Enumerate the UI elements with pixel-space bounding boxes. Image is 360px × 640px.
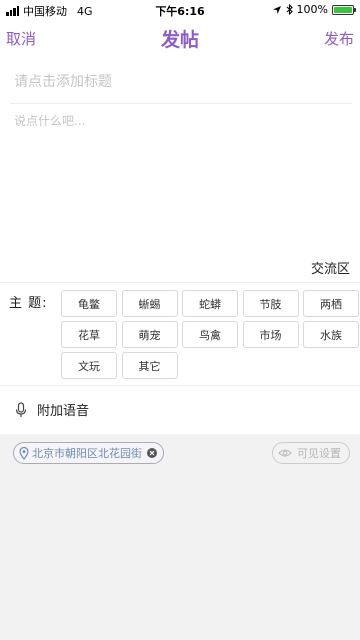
category-selector[interactable]: 交流区 xyxy=(311,258,350,277)
topic-tag[interactable]: 节肢 xyxy=(242,290,299,317)
divider xyxy=(0,385,360,386)
post-title-input[interactable] xyxy=(14,70,352,94)
battery-icon xyxy=(332,4,356,15)
microphone-icon xyxy=(15,401,27,417)
visibility-settings-button[interactable]: 可见设置 xyxy=(272,442,350,464)
add-voice-button[interactable]: 附加语音 xyxy=(14,400,89,419)
topic-tag[interactable]: 鸟禽 xyxy=(182,321,238,348)
topic-tag[interactable]: 龟鳖 xyxy=(61,290,117,317)
topic-tag[interactable]: 花草 xyxy=(61,321,117,348)
topic-tag[interactable]: 其它 xyxy=(121,352,178,379)
topic-tag[interactable]: 市场 xyxy=(242,321,299,348)
topic-tags: 龟鳖 蜥蜴 蛇蟒 节肢 两栖 花草 萌宠 鸟禽 市场 水族 文玩 其它 xyxy=(61,290,360,379)
topic-label: 主 题: xyxy=(9,296,48,311)
topic-tag[interactable]: 两栖 xyxy=(303,290,359,317)
location-chip[interactable]: 北京市朝阳区北花园街 xyxy=(13,442,164,464)
map-pin-icon xyxy=(19,446,29,460)
status-bar: 中国移动 4G 下午6:16 100% xyxy=(0,0,360,20)
bluetooth-icon xyxy=(286,4,293,15)
location-arrow-icon xyxy=(272,5,281,14)
nav-bar: 取消 发帖 发布 xyxy=(0,22,360,52)
publish-button[interactable]: 发布 xyxy=(324,28,354,49)
topic-tag[interactable]: 文玩 xyxy=(61,352,117,379)
topic-tag[interactable]: 萌宠 xyxy=(121,321,178,348)
post-body-input[interactable] xyxy=(14,112,352,242)
visibility-label: 可见设置 xyxy=(297,447,341,460)
topic-tag[interactable]: 水族 xyxy=(303,321,359,348)
topic-tag[interactable]: 蜥蜴 xyxy=(121,290,178,317)
page-title: 发帖 xyxy=(160,29,199,51)
location-text: 北京市朝阳区北花园街 xyxy=(32,447,142,460)
divider xyxy=(10,103,352,104)
clear-icon[interactable] xyxy=(147,448,157,458)
battery-percent: 100% xyxy=(296,3,328,16)
add-voice-label: 附加语音 xyxy=(37,404,90,419)
status-right: 100% xyxy=(272,3,356,16)
topic-tag[interactable]: 蛇蟒 xyxy=(182,290,238,317)
divider xyxy=(0,282,360,283)
eye-icon xyxy=(278,449,292,457)
